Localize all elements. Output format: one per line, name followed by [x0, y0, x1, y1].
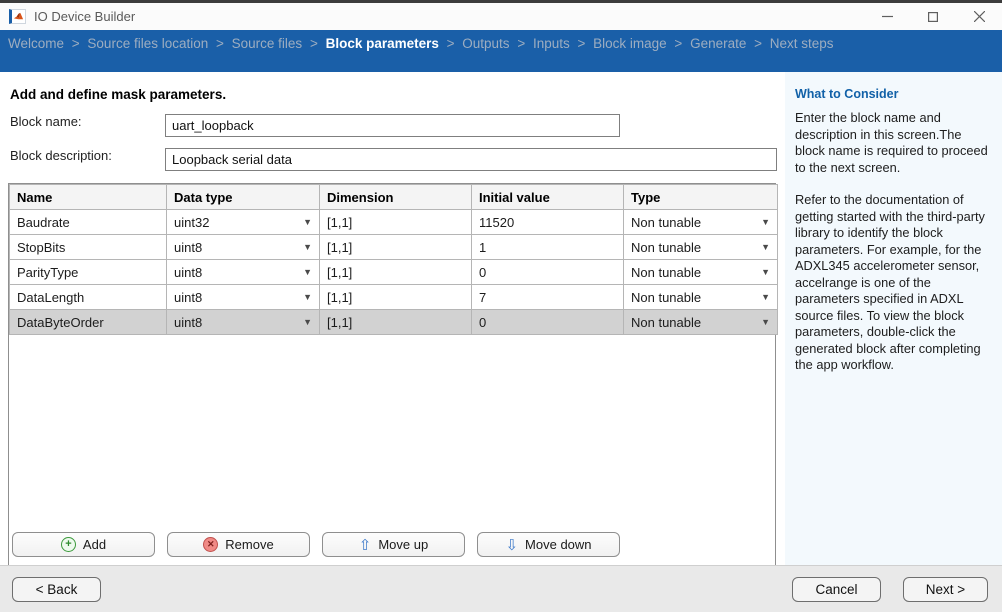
- page-title: Add and define mask parameters.: [10, 87, 226, 102]
- breadcrumb-step-inputs[interactable]: Inputs: [533, 36, 570, 51]
- sidebar-paragraph: Enter the block name and description in …: [795, 110, 990, 176]
- cell-name[interactable]: DataLength: [10, 285, 167, 310]
- chevron-down-icon: ▼: [303, 217, 312, 227]
- chevron-down-icon: ▼: [761, 292, 770, 302]
- cell-data-type-dropdown[interactable]: uint8▼: [167, 285, 320, 310]
- block-name-label: Block name:: [10, 114, 82, 129]
- sidebar-title: What to Consider: [795, 87, 990, 101]
- minimize-button[interactable]: [864, 3, 910, 30]
- column-header-initial-value: Initial value: [472, 185, 624, 210]
- breadcrumb-separator: >: [570, 36, 593, 51]
- breadcrumb-step-source-files[interactable]: Source files: [232, 36, 303, 51]
- table-row-selected[interactable]: DataByteOrder uint8▼ [1,1] 0 Non tunable…: [10, 310, 778, 335]
- next-button[interactable]: Next >: [903, 577, 988, 602]
- block-name-input[interactable]: [165, 114, 620, 137]
- breadcrumb-separator: >: [439, 36, 462, 51]
- remove-cross-icon: ✕: [203, 537, 218, 552]
- sidebar-paragraph: Refer to the documentation of getting st…: [795, 192, 990, 374]
- cell-initial-value[interactable]: 7: [472, 285, 624, 310]
- add-plus-icon: +: [61, 537, 76, 552]
- cell-initial-value[interactable]: 0: [472, 260, 624, 285]
- wizard-banner: Welcome > Source files location > Source…: [0, 30, 1002, 72]
- window-controls: [864, 3, 1002, 30]
- chevron-down-icon: ▼: [761, 217, 770, 227]
- breadcrumb-step-block-image[interactable]: Block image: [593, 36, 667, 51]
- footer-bar: < Back Cancel Next >: [0, 565, 1002, 612]
- breadcrumb-separator: >: [510, 36, 533, 51]
- breadcrumb-step-welcome[interactable]: Welcome: [8, 36, 64, 51]
- cell-data-type-dropdown[interactable]: uint8▼: [167, 235, 320, 260]
- cancel-button[interactable]: Cancel: [792, 577, 881, 602]
- cell-dimension[interactable]: [1,1]: [320, 210, 472, 235]
- block-description-input[interactable]: [165, 148, 777, 171]
- table-header-row: Name Data type Dimension Initial value T…: [10, 185, 778, 210]
- breadcrumb-step-block-parameters[interactable]: Block parameters: [326, 36, 439, 51]
- cell-name[interactable]: Baudrate: [10, 210, 167, 235]
- chevron-down-icon: ▼: [303, 242, 312, 252]
- chevron-down-icon: ▼: [761, 267, 770, 277]
- breadcrumb-separator: >: [667, 36, 690, 51]
- arrow-down-icon: ⇩: [505, 536, 518, 554]
- chevron-down-icon: ▼: [303, 317, 312, 327]
- cell-dimension[interactable]: [1,1]: [320, 285, 472, 310]
- chevron-down-icon: ▼: [303, 267, 312, 277]
- help-sidebar: What to Consider Enter the block name an…: [785, 72, 1002, 565]
- cell-name[interactable]: ParityType: [10, 260, 167, 285]
- move-up-button[interactable]: ⇧ Move up: [322, 532, 465, 557]
- back-button[interactable]: < Back: [12, 577, 101, 602]
- window-title: IO Device Builder: [34, 9, 135, 24]
- breadcrumb-step-source-files-location[interactable]: Source files location: [87, 36, 208, 51]
- chevron-down-icon: ▼: [761, 317, 770, 327]
- titlebar: IO Device Builder: [0, 3, 1002, 30]
- cell-type-dropdown[interactable]: Non tunable▼: [624, 260, 778, 285]
- column-header-name: Name: [10, 185, 167, 210]
- cell-dimension[interactable]: [1,1]: [320, 310, 472, 335]
- breadcrumb-separator: >: [302, 36, 325, 51]
- chevron-down-icon: ▼: [761, 242, 770, 252]
- cell-dimension[interactable]: [1,1]: [320, 235, 472, 260]
- arrow-up-icon: ⇧: [359, 536, 372, 554]
- breadcrumb-step-outputs[interactable]: Outputs: [462, 36, 509, 51]
- add-button[interactable]: + Add: [12, 532, 155, 557]
- chevron-down-icon: ▼: [303, 292, 312, 302]
- remove-button[interactable]: ✕ Remove: [167, 532, 310, 557]
- table-row[interactable]: ParityType uint8▼ [1,1] 0 Non tunable▼: [10, 260, 778, 285]
- breadcrumb: Welcome > Source files location > Source…: [8, 36, 1002, 51]
- cell-initial-value[interactable]: 1: [472, 235, 624, 260]
- close-button[interactable]: [956, 3, 1002, 30]
- parameters-table: Name Data type Dimension Initial value T…: [8, 183, 776, 590]
- cell-type-dropdown[interactable]: Non tunable▼: [624, 210, 778, 235]
- cell-initial-value[interactable]: 0: [472, 310, 624, 335]
- cell-type-dropdown[interactable]: Non tunable▼: [624, 285, 778, 310]
- cell-data-type-dropdown[interactable]: uint32▼: [167, 210, 320, 235]
- table-toolbar: + Add ✕ Remove ⇧ Move up ⇩ Move down: [12, 532, 620, 557]
- cell-name[interactable]: StopBits: [10, 235, 167, 260]
- maximize-button[interactable]: [910, 3, 956, 30]
- breadcrumb-separator: >: [64, 36, 87, 51]
- breadcrumb-separator: >: [746, 36, 769, 51]
- cell-dimension[interactable]: [1,1]: [320, 260, 472, 285]
- cell-type-dropdown[interactable]: Non tunable▼: [624, 235, 778, 260]
- table-row[interactable]: Baudrate uint32▼ [1,1] 11520 Non tunable…: [10, 210, 778, 235]
- column-header-type: Type: [624, 185, 778, 210]
- column-header-dimension: Dimension: [320, 185, 472, 210]
- table-row[interactable]: DataLength uint8▼ [1,1] 7 Non tunable▼: [10, 285, 778, 310]
- cell-data-type-dropdown[interactable]: uint8▼: [167, 260, 320, 285]
- cell-name[interactable]: DataByteOrder: [10, 310, 167, 335]
- cell-initial-value[interactable]: 11520: [472, 210, 624, 235]
- matlab-icon: [9, 9, 26, 24]
- main-panel: Add and define mask parameters. Block na…: [0, 72, 785, 565]
- breadcrumb-step-generate[interactable]: Generate: [690, 36, 746, 51]
- move-down-button[interactable]: ⇩ Move down: [477, 532, 620, 557]
- breadcrumb-separator: >: [208, 36, 231, 51]
- cell-data-type-dropdown[interactable]: uint8▼: [167, 310, 320, 335]
- column-header-data-type: Data type: [167, 185, 320, 210]
- block-description-label: Block description:: [10, 148, 112, 163]
- table-row[interactable]: StopBits uint8▼ [1,1] 1 Non tunable▼: [10, 235, 778, 260]
- cell-type-dropdown[interactable]: Non tunable▼: [624, 310, 778, 335]
- breadcrumb-step-next-steps[interactable]: Next steps: [770, 36, 834, 51]
